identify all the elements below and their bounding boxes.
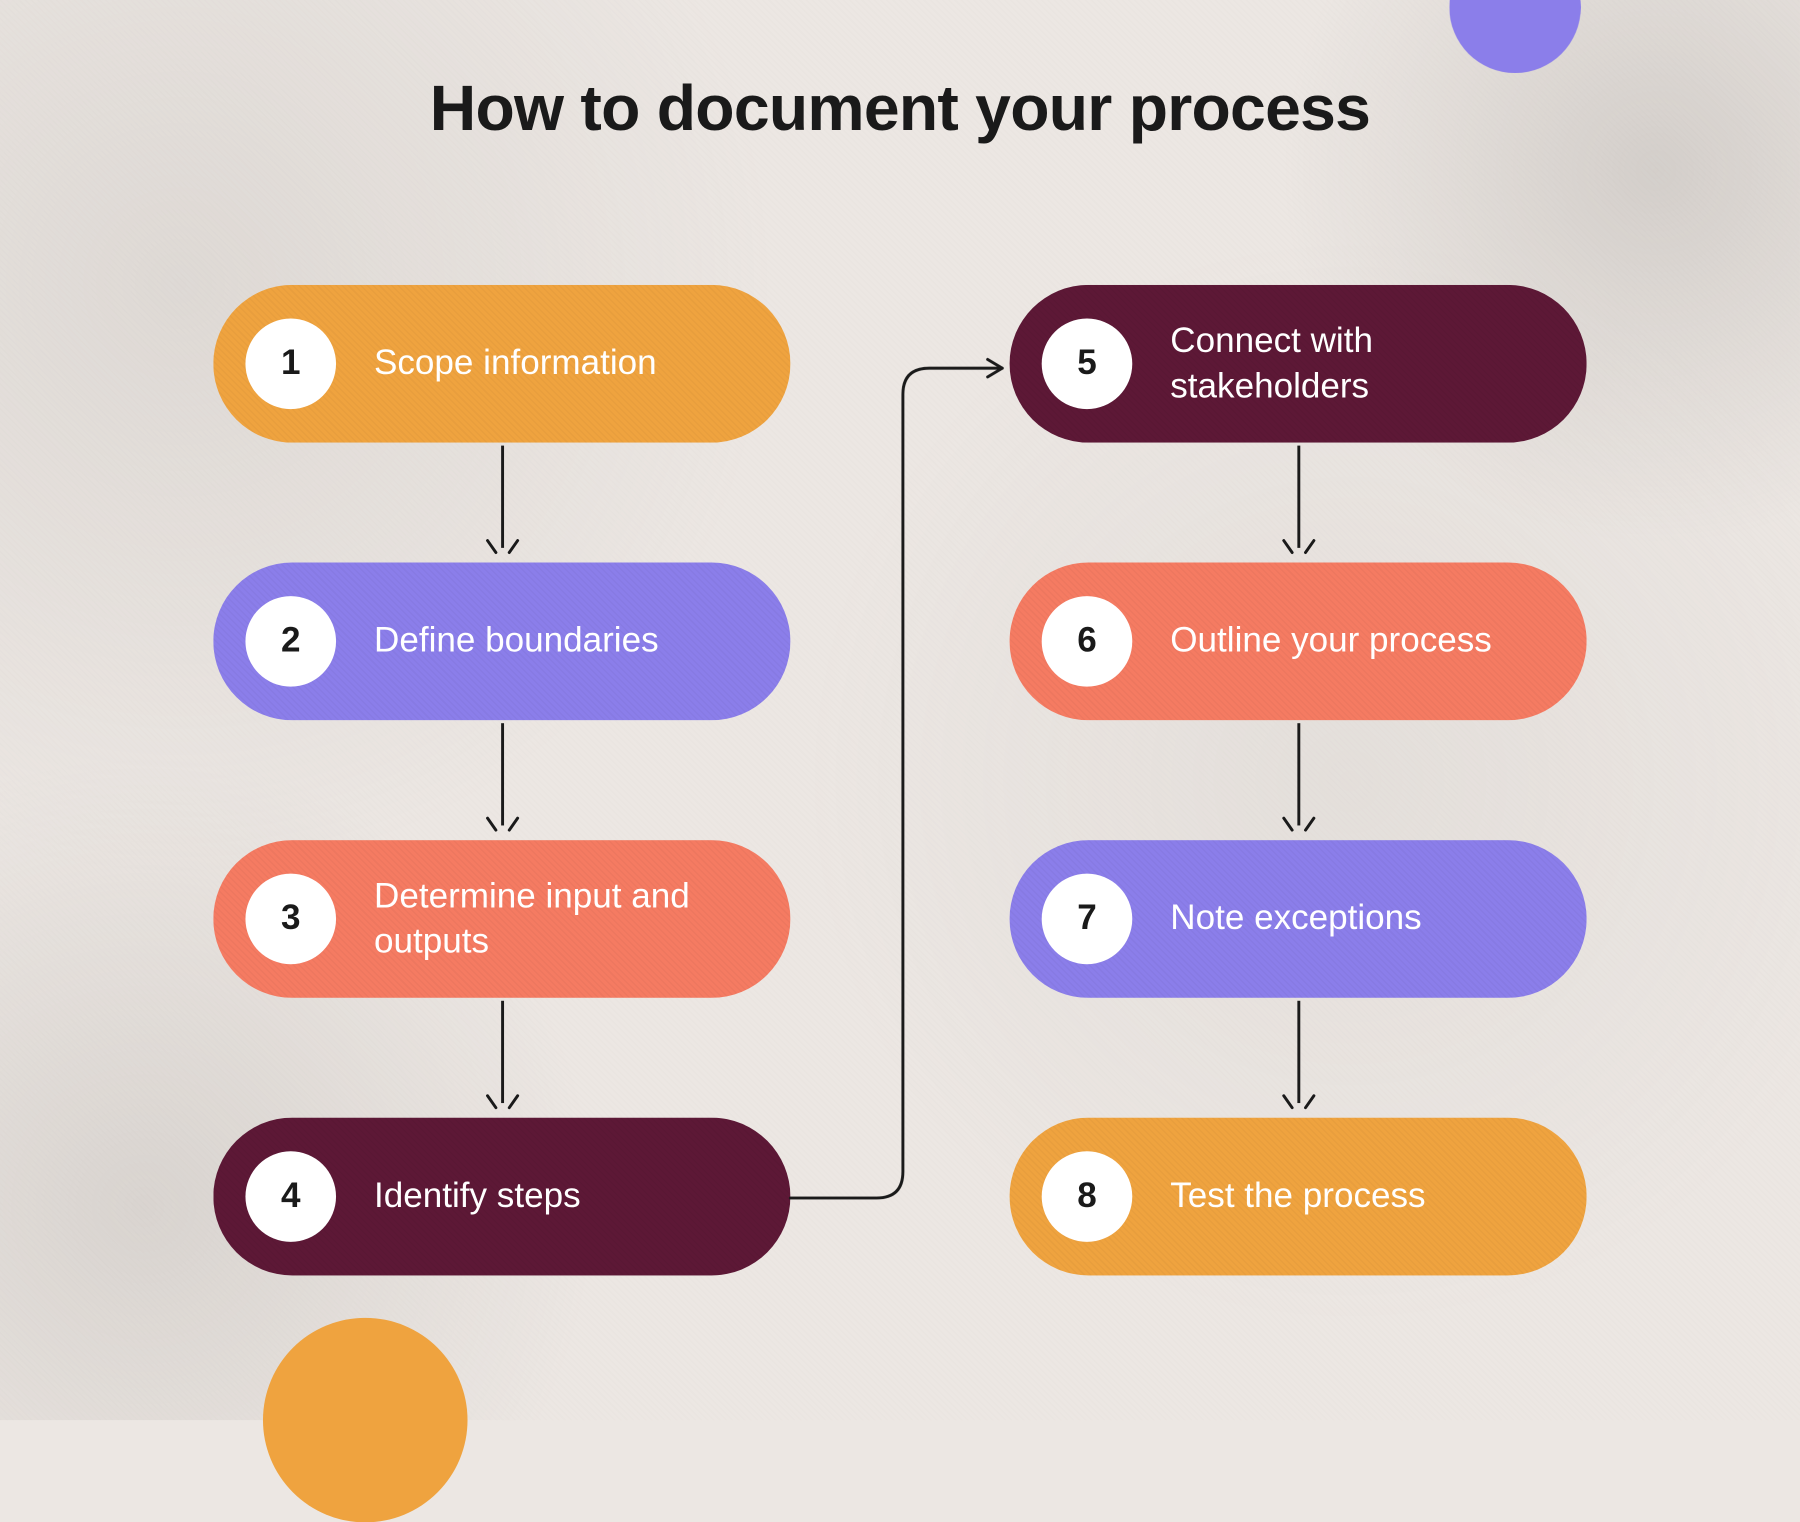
step-2-pill: 2 Define boundaries [213, 562, 790, 720]
step-5-pill: 5 Connect with stakeholders [1010, 285, 1587, 443]
arrow-down-icon [500, 998, 503, 1118]
step-7-number: 7 [1042, 874, 1133, 965]
step-7-label: Note exceptions [1170, 896, 1421, 942]
arrow-down-icon [1297, 998, 1300, 1118]
flow-columns: 1 Scope information 2 Define boundaries … [0, 285, 1800, 1276]
step-8-label: Test the process [1170, 1174, 1425, 1220]
step-8-pill: 8 Test the process [1010, 1118, 1587, 1276]
step-5-label: Connect with stakeholders [1170, 318, 1550, 409]
decorative-circle-purple [1449, 0, 1580, 73]
step-3-number: 3 [245, 874, 336, 965]
flow-column-right: 5 Connect with stakeholders 6 Outline yo… [1010, 285, 1587, 1276]
step-3-label: Determine input and outputs [374, 873, 754, 964]
step-1-number: 1 [245, 318, 336, 409]
step-2-label: Define boundaries [374, 619, 659, 665]
arrow-down-icon [500, 720, 503, 840]
step-4-label: Identify steps [374, 1174, 581, 1220]
arrow-down-icon [1297, 720, 1300, 840]
step-8-number: 8 [1042, 1151, 1133, 1242]
step-6-label: Outline your process [1170, 619, 1492, 665]
step-2-number: 2 [245, 596, 336, 687]
step-3-pill: 3 Determine input and outputs [213, 840, 790, 998]
step-6-number: 6 [1042, 596, 1133, 687]
step-7-pill: 7 Note exceptions [1010, 840, 1587, 998]
arrow-down-icon [500, 443, 503, 563]
step-4-pill: 4 Identify steps [213, 1118, 790, 1276]
step-5-number: 5 [1042, 318, 1133, 409]
arrow-down-icon [1297, 443, 1300, 563]
step-4-number: 4 [245, 1151, 336, 1242]
step-1-label: Scope information [374, 341, 657, 387]
flow-column-left: 1 Scope information 2 Define boundaries … [213, 285, 790, 1276]
step-1-pill: 1 Scope information [213, 285, 790, 443]
step-6-pill: 6 Outline your process [1010, 562, 1587, 720]
diagram-title: How to document your process [0, 73, 1800, 146]
